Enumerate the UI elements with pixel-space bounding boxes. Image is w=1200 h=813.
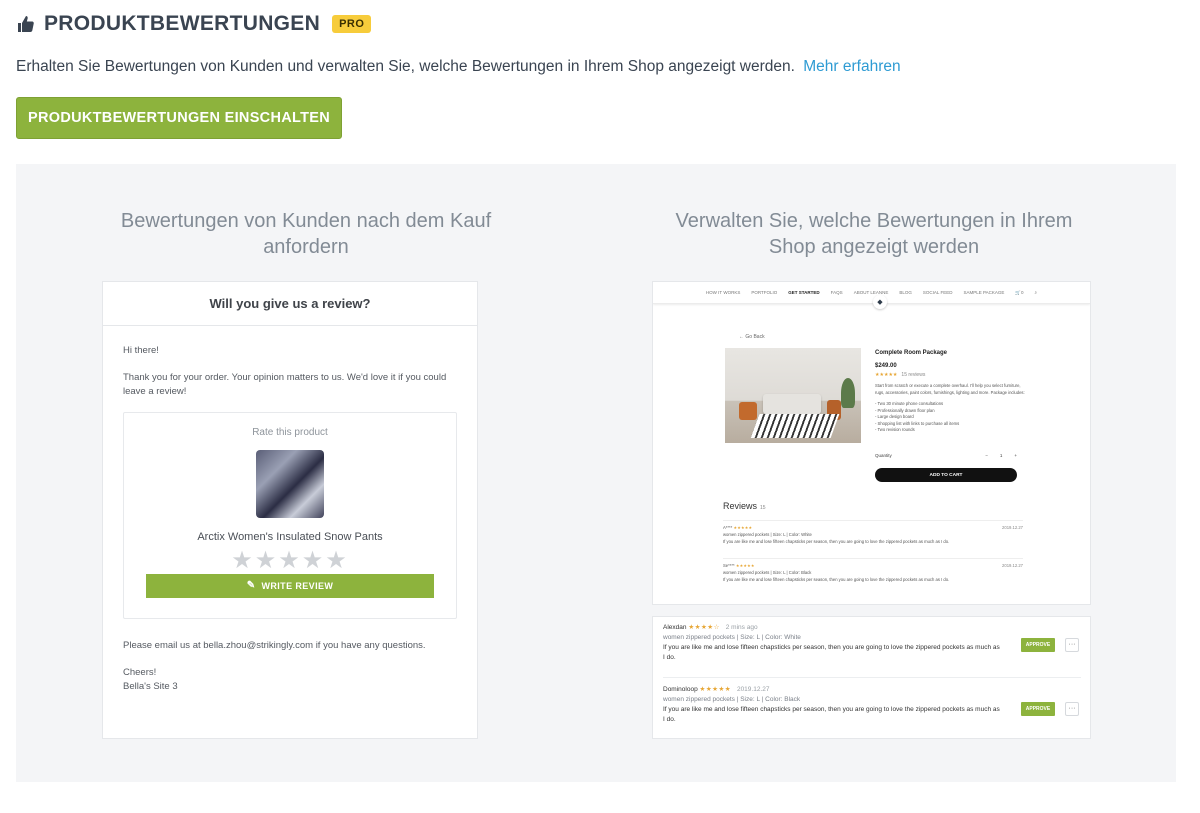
- shop-nav-item: PORTFOLIO: [751, 290, 778, 295]
- shop-bullet: - Two revision rounds: [875, 427, 915, 432]
- page-header: PRODUKTBEWERTUNGEN PRO: [16, 12, 372, 36]
- shop-product-rating: ★★★★★ 15 reviews: [875, 372, 926, 378]
- shop-nav-item: GET STARTED: [788, 290, 820, 295]
- review-time: 2 mins ago: [725, 624, 758, 631]
- shop-nav: HOW IT WORKS PORTFOLIO GET STARTED FAQS …: [653, 282, 1090, 304]
- email-signoff: Cheers!: [123, 667, 157, 678]
- email-body-text: Thank you for your order. Your opinion m…: [123, 372, 447, 397]
- cart-count: 0: [1021, 289, 1024, 295]
- approve-button: APPROVE: [1021, 638, 1055, 652]
- shop-reviews-heading: Reviews 15: [723, 501, 766, 511]
- review-text: If you are like me and lose fifteen chap…: [663, 706, 1000, 723]
- review-management-preview: Alexdan ★★★★☆ 2 mins ago women zippered …: [652, 616, 1091, 739]
- enable-reviews-button[interactable]: PRODUKTBEWERTUNGEN EINSCHALTEN: [16, 97, 342, 139]
- shop-nav-item: SOCIAL FEED: [922, 290, 953, 295]
- add-to-cart-button: ADD TO CART: [875, 468, 1017, 482]
- shop-nav-item: HOW IT WORKS: [705, 290, 741, 295]
- shop-logo: ◆: [873, 295, 887, 309]
- rating-stars: ★★★★★: [231, 547, 349, 574]
- shop-quantity: Quantity −1 +: [875, 453, 1017, 458]
- product-name: Arctix Women's Insulated Snow Pants: [197, 531, 383, 543]
- rate-product-box: Rate this product Arctix Women's Insulat…: [123, 412, 457, 619]
- more-options-icon: ···: [1065, 702, 1079, 716]
- feature-preview-panel: Bewertungen von Kunden nach dem Kauf anf…: [16, 164, 1176, 782]
- cart-icon: 🛒0: [1015, 289, 1024, 295]
- shop-nav-item: BLOG: [899, 290, 912, 295]
- review-stars: ★★★★☆: [688, 624, 720, 631]
- shop-product-price: $249.00: [875, 363, 897, 369]
- review-time: 2019.12.27: [736, 686, 770, 693]
- more-options-icon: ···: [1065, 638, 1079, 652]
- write-review-button: ✎ WRITE REVIEW: [146, 574, 434, 598]
- admin-review-row: Dominoloop ★★★★★ 2019.12.27 women zipper…: [663, 685, 1081, 725]
- divider: [663, 677, 1081, 678]
- shop-product-title: Complete Room Package: [875, 350, 948, 356]
- review-stars: ★★★★★: [699, 686, 732, 693]
- room-product-image: [725, 348, 861, 443]
- admin-review-row: Alexdan ★★★★☆ 2 mins ago women zippered …: [663, 623, 1081, 663]
- review-meta: women zippered pockets | Size: L | Color…: [663, 634, 801, 641]
- thumbs-up-icon: [18, 16, 34, 32]
- description-text: Erhalten Sie Bewertungen von Kunden und …: [16, 58, 795, 75]
- reviewer-name: Alexdan: [663, 624, 687, 631]
- email-contact: Please email us at bella.zhou@strikingly…: [123, 640, 426, 651]
- pro-badge: PRO: [332, 15, 372, 33]
- shop-review-count: 15 reviews: [901, 372, 926, 378]
- email-greeting: Hi there!: [123, 345, 159, 356]
- feature-left-title: Bewertungen von Kunden nach dem Kauf anf…: [120, 210, 492, 258]
- reviewer-name: Dominoloop: [663, 686, 698, 693]
- learn-more-link[interactable]: Mehr erfahren: [803, 58, 900, 75]
- feature-right-title: Verwalten Sie, welche Bewertungen in Ihr…: [675, 210, 1073, 258]
- shop-nav-item: ABOUT LEANNE: [853, 290, 889, 295]
- write-review-label: WRITE REVIEW: [261, 581, 334, 591]
- pencil-icon: ✎: [246, 580, 256, 591]
- email-signature: Bella's Site 3: [123, 681, 178, 692]
- review-meta: women zippered pockets | Size: L | Color…: [663, 696, 801, 703]
- search-icon: ⌕: [1034, 290, 1038, 295]
- rate-label: Rate this product: [252, 427, 328, 438]
- shop-review-item: Se**** ★★★★★ women zippered pockets | Si…: [723, 558, 1023, 583]
- page-title: PRODUKTBEWERTUNGEN: [44, 12, 321, 35]
- shop-product-page-preview: HOW IT WORKS PORTFOLIO GET STARTED FAQS …: [652, 281, 1091, 605]
- shop-nav-item: FAQS: [830, 290, 843, 295]
- shop-review-item: A**** ★★★★★ women zippered pockets | Siz…: [723, 520, 1023, 545]
- go-back-link: ← Go Back: [739, 334, 765, 340]
- review-request-email-preview: Will you give us a review? Hi there! Tha…: [102, 281, 478, 739]
- email-heading: Will you give us a review?: [103, 282, 477, 326]
- shop-nav-item: SAMPLE PACKAGE: [963, 290, 1005, 295]
- review-text: If you are like me and lose fifteen chap…: [663, 644, 1000, 661]
- shop-product-description: Start from scratch or execute a complete…: [875, 383, 1025, 432]
- description: Erhalten Sie Bewertungen von Kunden und …: [16, 58, 901, 76]
- product-image: [256, 450, 324, 518]
- approve-button: APPROVE: [1021, 702, 1055, 716]
